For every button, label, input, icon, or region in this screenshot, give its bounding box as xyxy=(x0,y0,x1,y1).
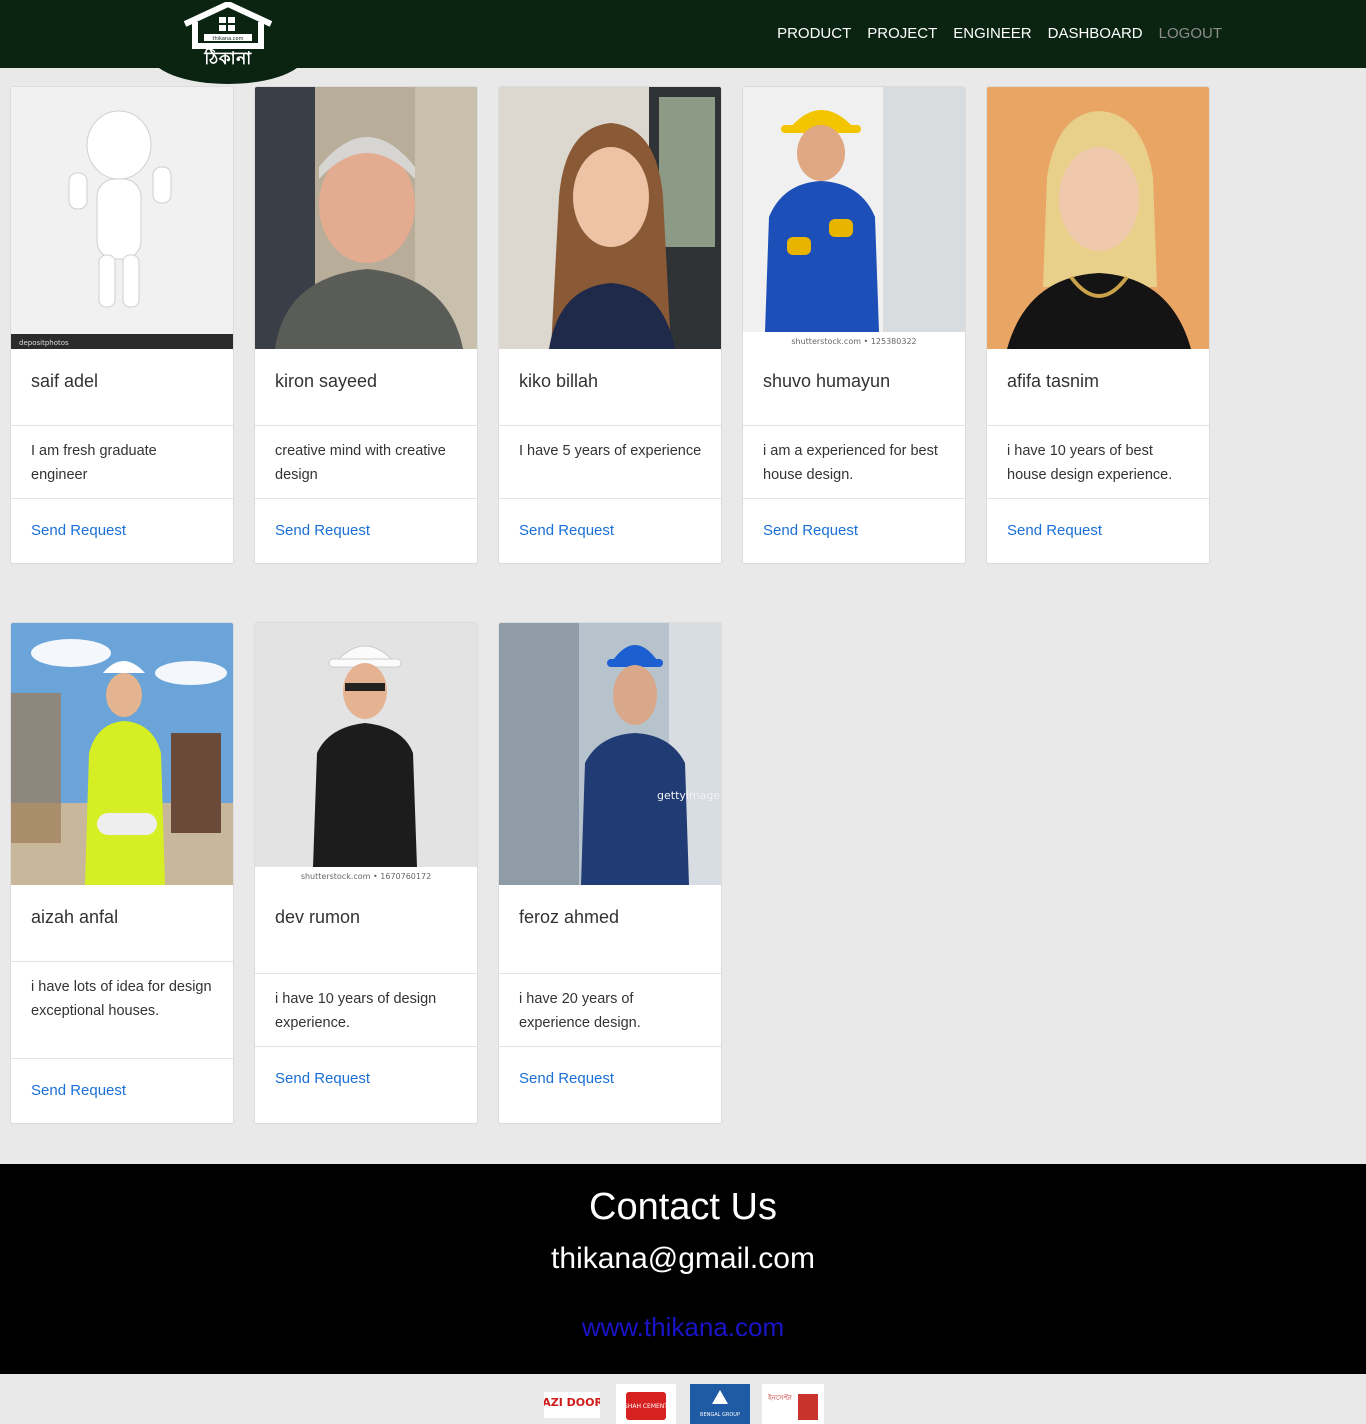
photo-caption: shutterstock.com • 125380322 xyxy=(791,337,916,346)
engineer-bio: i have 20 years of experience design. xyxy=(519,991,641,1031)
divider xyxy=(499,973,721,974)
engineer-bio: creative mind with creative design xyxy=(275,443,446,483)
sponsor-strip: GAZI DOORS SHAH CEMENT BENGAL GROUP ইনসে… xyxy=(0,1374,1366,1424)
svg-text:SHAH CEMENT: SHAH CEMENT xyxy=(624,1403,668,1410)
contact-footer: Contact Us thikana@gmail.com www.thikana… xyxy=(0,1164,1366,1374)
divider xyxy=(743,425,965,426)
shah-cement-logo[interactable]: SHAH CEMENT xyxy=(616,1384,676,1424)
house-logo-icon: thikana.com xyxy=(183,2,273,49)
website-link[interactable]: www.thikana.com xyxy=(0,1312,1366,1343)
nav-logout[interactable]: LOGOUT xyxy=(1151,24,1230,44)
engineer-bio: I am fresh graduate engineer xyxy=(31,443,157,483)
logo-small-text: thikana.com xyxy=(213,36,244,42)
svg-text:GAZI DOORS: GAZI DOORS xyxy=(544,1396,600,1409)
divider xyxy=(11,1058,233,1059)
divider xyxy=(11,961,233,962)
divider xyxy=(255,973,477,974)
photo-caption: depositphotos xyxy=(19,339,69,347)
engineer-card: shutterstock.com • 125380322 shuvo humay… xyxy=(742,86,966,564)
engineer-name: afifa tasnim xyxy=(1007,371,1100,391)
engineer-photo: shutterstock.com • 1670760172 xyxy=(255,623,477,885)
send-request-link[interactable]: Send Request xyxy=(519,522,614,539)
engineer-card: kiko billah I have 5 years of experience… xyxy=(498,86,722,564)
photo-caption: gettyimages xyxy=(657,789,721,802)
contact-email[interactable]: thikana@gmail.com xyxy=(0,1242,1366,1276)
engineer-photo xyxy=(11,623,233,885)
divider xyxy=(499,425,721,426)
send-request-link[interactable]: Send Request xyxy=(519,1070,614,1087)
divider xyxy=(987,425,1209,426)
engineer-name: kiko billah xyxy=(519,371,599,391)
gazi-doors-logo[interactable]: GAZI DOORS xyxy=(544,1384,600,1424)
logo-text: ঠিকানা xyxy=(204,49,252,69)
nav-dashboard[interactable]: DASHBOARD xyxy=(1040,24,1151,44)
bengal-group-logo[interactable]: BENGAL GROUP xyxy=(690,1384,750,1424)
engineer-card: gettyimages feroz ahmed i have 20 years … xyxy=(498,622,722,1124)
engineer-bio: i have lots of idea for design exception… xyxy=(31,979,212,1019)
send-request-link[interactable]: Send Request xyxy=(31,522,126,539)
divider xyxy=(255,425,477,426)
nav-product[interactable]: PRODUCT xyxy=(769,24,859,44)
divider xyxy=(499,1046,721,1047)
photo-caption: shutterstock.com • 1670760172 xyxy=(301,872,431,881)
send-request-link[interactable]: Send Request xyxy=(275,522,370,539)
send-request-link[interactable]: Send Request xyxy=(1007,522,1102,539)
send-request-link[interactable]: Send Request xyxy=(275,1070,370,1087)
engineer-card: depositphotos saif adel I am fresh gradu… xyxy=(10,86,234,564)
engineer-card: afifa tasnim i have 10 years of best hou… xyxy=(986,86,1210,564)
engineer-card: shutterstock.com • 1670760172 dev rumon … xyxy=(254,622,478,1124)
engineer-photo xyxy=(987,87,1209,349)
top-navbar: thikana.com ঠিকানা PRODUCT PROJECT ENGIN… xyxy=(0,0,1366,84)
divider xyxy=(11,498,233,499)
send-request-link[interactable]: Send Request xyxy=(763,522,858,539)
engineer-name: saif adel xyxy=(31,371,99,391)
brand-logo[interactable]: thikana.com ঠিকানা xyxy=(150,0,306,84)
contact-heading: Contact Us xyxy=(589,1186,777,1228)
engineer-name: dev rumon xyxy=(275,907,361,927)
engineer-photo xyxy=(499,87,721,349)
engineer-name: aizah anfal xyxy=(31,907,119,927)
divider xyxy=(255,498,477,499)
engineer-card: aizah anfal i have lots of idea for desi… xyxy=(10,622,234,1124)
engineer-name: feroz ahmed xyxy=(519,907,620,927)
engineer-bio: i have 10 years of best house design exp… xyxy=(1007,443,1173,483)
main-menu: PRODUCT PROJECT ENGINEER DASHBOARD LOGOU… xyxy=(769,24,1230,44)
engineer-bio: I have 5 years of experience xyxy=(519,443,702,459)
divider xyxy=(499,498,721,499)
nav-project[interactable]: PROJECT xyxy=(859,24,945,44)
engineer-photo: gettyimages xyxy=(499,623,721,885)
engineer-name: shuvo humayun xyxy=(763,371,891,391)
divider xyxy=(11,425,233,426)
engineer-photo: depositphotos xyxy=(11,87,233,349)
paint-brand-logo[interactable]: ইনসেপ্টা xyxy=(762,1384,824,1424)
svg-text:ইনসেপ্টা: ইনসেপ্টা xyxy=(767,1393,793,1402)
nav-engineer[interactable]: ENGINEER xyxy=(945,24,1039,44)
divider xyxy=(987,498,1209,499)
divider xyxy=(255,1046,477,1047)
engineer-photo: shutterstock.com • 125380322 xyxy=(743,87,965,349)
send-request-link[interactable]: Send Request xyxy=(31,1082,126,1099)
engineer-name: kiron sayeed xyxy=(275,371,378,391)
svg-text:BENGAL GROUP: BENGAL GROUP xyxy=(700,1412,740,1418)
engineer-bio: i am a experienced for best house design… xyxy=(763,443,938,483)
engineer-photo xyxy=(255,87,477,349)
engineer-bio: i have 10 years of design experience. xyxy=(275,991,437,1031)
engineer-card: kiron sayeed creative mind with creative… xyxy=(254,86,478,564)
divider xyxy=(743,498,965,499)
